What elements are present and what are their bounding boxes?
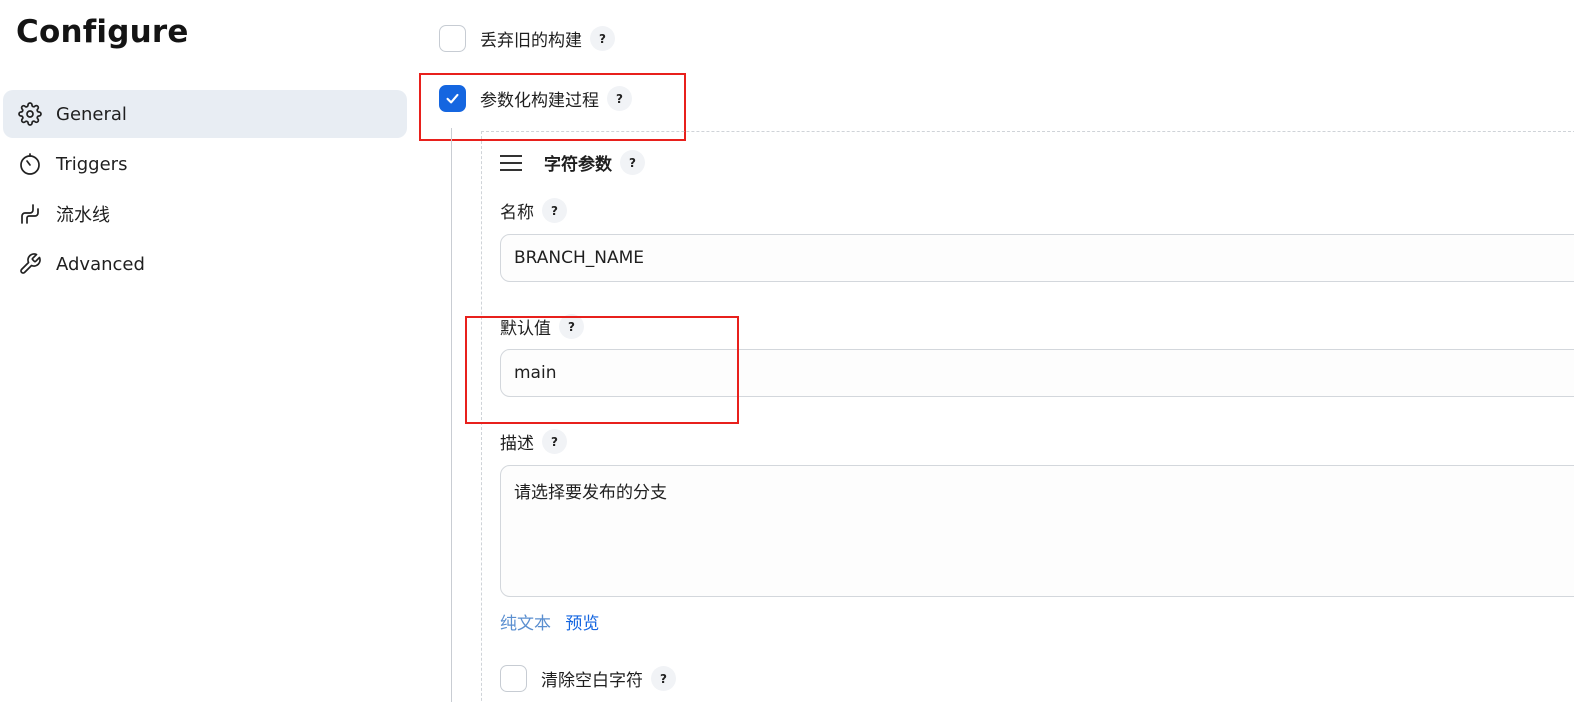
discard-old-builds-label: 丢弃旧的构建 bbox=[480, 31, 582, 51]
plain-text-link[interactable]: 纯文本 bbox=[500, 614, 551, 634]
parameter-type-label: 字符参数 bbox=[544, 155, 612, 175]
default-value-field-label: 默认值 ? bbox=[500, 314, 584, 339]
help-icon[interactable]: ? bbox=[651, 666, 676, 691]
default-value-label-text: 默认值 bbox=[500, 319, 551, 339]
name-label-text: 名称 bbox=[500, 203, 534, 223]
parameterized-build-checkbox[interactable] bbox=[439, 85, 466, 112]
pipeline-icon bbox=[17, 201, 43, 227]
sidebar-item-label: 流水线 bbox=[56, 205, 110, 226]
sidebar-item-label: Advanced bbox=[56, 253, 145, 275]
string-parameter-header: 字符参数 ? bbox=[500, 150, 645, 175]
discard-old-builds-checkbox[interactable] bbox=[439, 25, 466, 52]
sidebar-item-triggers[interactable]: Triggers bbox=[3, 140, 407, 188]
sidebar-nav: General Triggers 流水线 Advanced bbox=[3, 90, 407, 290]
name-field-label: 名称 ? bbox=[500, 198, 567, 223]
trim-whitespace-option: 清除空白字符 ? bbox=[500, 665, 676, 692]
description-textarea[interactable]: 请选择要发布的分支 bbox=[500, 465, 1574, 597]
name-input[interactable] bbox=[500, 234, 1574, 282]
checkmark-icon bbox=[446, 93, 459, 104]
sidebar-item-pipeline[interactable]: 流水线 bbox=[3, 190, 407, 238]
timer-icon bbox=[17, 151, 43, 177]
help-icon[interactable]: ? bbox=[542, 198, 567, 223]
parameterized-build-option: 参数化构建过程 ? bbox=[439, 85, 632, 112]
trim-whitespace-label: 清除空白字符 bbox=[541, 671, 643, 691]
description-format-links: 纯文本 预览 bbox=[500, 609, 599, 634]
sidebar-item-label: General bbox=[56, 103, 127, 125]
page-title: Configure bbox=[16, 14, 189, 50]
help-icon[interactable]: ? bbox=[590, 26, 615, 51]
wrench-icon bbox=[17, 251, 43, 277]
discard-old-builds-option: 丢弃旧的构建 ? bbox=[439, 25, 615, 52]
description-field-label: 描述 ? bbox=[500, 429, 567, 454]
drag-handle-icon[interactable] bbox=[500, 154, 522, 171]
section-divider bbox=[451, 128, 452, 702]
sidebar-item-general[interactable]: General bbox=[3, 90, 407, 138]
parameterized-build-label: 参数化构建过程 bbox=[480, 91, 599, 111]
preview-link[interactable]: 预览 bbox=[565, 614, 599, 634]
string-parameter-block bbox=[481, 131, 1574, 702]
default-value-input[interactable] bbox=[500, 349, 1574, 397]
help-icon[interactable]: ? bbox=[542, 429, 567, 454]
help-icon[interactable]: ? bbox=[620, 150, 645, 175]
configure-page: Configure General Triggers 流水线 Advanced … bbox=[0, 0, 1574, 702]
gear-icon bbox=[17, 101, 43, 127]
sidebar-item-advanced[interactable]: Advanced bbox=[3, 240, 407, 288]
help-icon[interactable]: ? bbox=[607, 86, 632, 111]
description-label-text: 描述 bbox=[500, 434, 534, 454]
trim-whitespace-checkbox[interactable] bbox=[500, 665, 527, 692]
sidebar-item-label: Triggers bbox=[56, 153, 128, 175]
help-icon[interactable]: ? bbox=[559, 314, 584, 339]
